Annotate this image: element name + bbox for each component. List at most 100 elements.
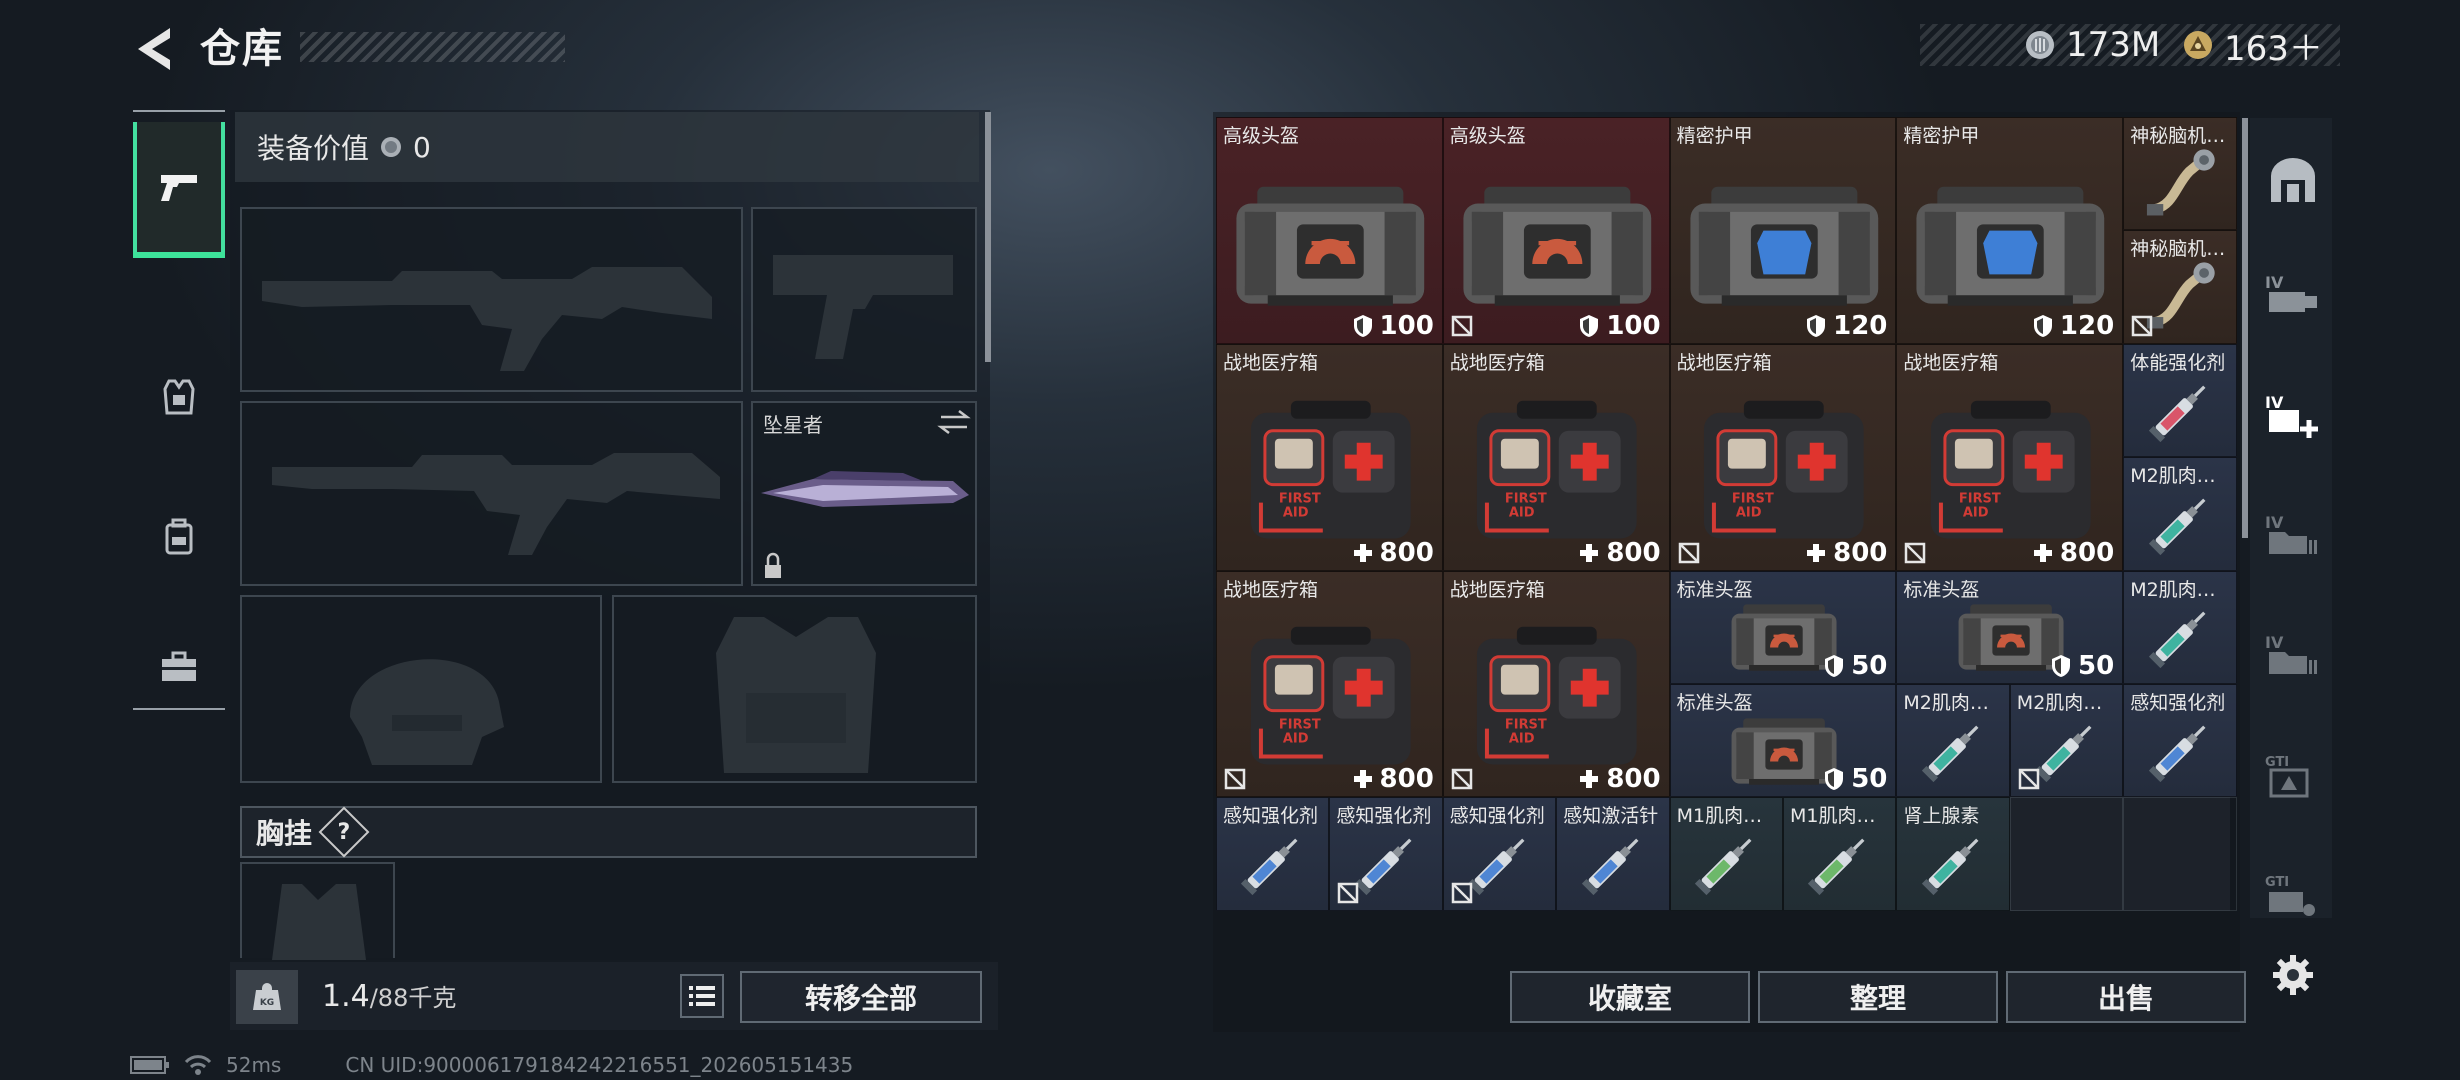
storage-item[interactable]: 标准头盔 50 [1669, 570, 1897, 684]
storage-item[interactable]: M2肌肉… [2009, 684, 2124, 798]
storage-item[interactable]: 高级头盔 100 [1216, 117, 1443, 344]
tab-backpack[interactable] [133, 482, 225, 592]
no-trade-icon [1451, 769, 1473, 790]
transfer-all-button[interactable]: 转移全部 [740, 971, 982, 1023]
storage-item[interactable]: FIRST AID 战地医疗箱 800 [1442, 343, 1670, 571]
storage-scrollbar[interactable] [2242, 118, 2248, 538]
sort-button[interactable]: 整理 [1758, 971, 1998, 1023]
storage-item[interactable]: 肾上腺素 [1896, 797, 2010, 911]
storage-item[interactable]: 精密护甲 120 [1896, 117, 2124, 344]
durability-shield-icon [2033, 314, 2052, 337]
briefcase-icon [162, 651, 196, 681]
storage-item[interactable]: 感知强化剂 [2123, 684, 2237, 798]
storage-item[interactable]: 精密护甲 120 [1669, 117, 1897, 344]
lock-icon [765, 552, 781, 578]
item-value-number: 800 [2059, 537, 2115, 568]
tab-case[interactable] [133, 612, 225, 722]
collection-room-button[interactable]: 收藏室 [1510, 971, 1750, 1023]
svg-text:IV: IV [2265, 393, 2284, 412]
item-value-number: 100 [1606, 310, 1661, 341]
no-trade-icon [1451, 315, 1473, 337]
gear-icon [2273, 955, 2313, 995]
item-value: 120 [2032, 311, 2114, 341]
syringe-icon [1694, 838, 1752, 896]
storage-item[interactable]: M1肌肉… [1669, 797, 1783, 911]
storage-item[interactable]: M2肌肉… [1896, 684, 2010, 798]
storage-item[interactable]: FIRST AID 战地医疗箱 800 [1216, 343, 1443, 571]
storage-item[interactable]: FIRST AID 战地医疗箱 800 [1669, 343, 1897, 571]
secondary-primary-weapon-slot[interactable] [240, 401, 743, 586]
storage-item[interactable]: FIRST AID 战地医疗箱 800 [1896, 343, 2124, 571]
tab-armor[interactable] [133, 342, 225, 452]
grid-cell [2009, 797, 2124, 911]
tab-storage-iv-2[interactable]: IV [2258, 495, 2328, 575]
storage-item[interactable]: 感知强化剂 [1329, 797, 1443, 911]
primary-weapon-slot[interactable] [240, 207, 743, 392]
item-name: 战地医疗箱 [1449, 578, 1545, 601]
tab-storage-iv-3[interactable]: IV [2258, 615, 2328, 695]
body-armor-slot[interactable] [612, 595, 977, 783]
tab-weapons[interactable] [133, 122, 225, 258]
item-value: 800 [1352, 538, 1434, 568]
item-name: 标准头盔 [1676, 578, 1753, 601]
wifi-icon [184, 1055, 212, 1075]
no-trade-icon [2131, 315, 2153, 337]
tab-storage-iv-1[interactable]: IV [2258, 255, 2328, 335]
backpack-icon [165, 518, 193, 555]
item-value-number: 50 [2078, 650, 2115, 681]
tab-storage-home[interactable] [2258, 140, 2328, 220]
help-button[interactable]: ? [318, 806, 370, 858]
item-name: M2肌肉… [1903, 692, 1989, 714]
item-name: 感知强化剂 [2130, 692, 2226, 714]
storage-item[interactable]: 高级头盔 100 [1442, 117, 1670, 344]
weight-max: /88千克 [369, 984, 457, 1012]
storage-item[interactable]: 感知激活针 [1556, 797, 1670, 911]
medkit-icon: FIRSTAID [1250, 627, 1411, 765]
equipment-scrollbar[interactable] [985, 112, 991, 362]
no-trade-icon [2018, 769, 2040, 790]
item-name: 战地医疗箱 [1676, 351, 1772, 374]
storage-item[interactable]: 神秘脑机… [2123, 117, 2237, 231]
chest-rig-slot[interactable] [240, 862, 395, 960]
syringe-icon [1921, 838, 1979, 896]
storage-item[interactable]: 标准头盔 50 [1669, 684, 1897, 798]
tab-storage-gti-1[interactable]: GTI [2258, 735, 2328, 815]
silver-currency: 173M [2024, 24, 2160, 66]
item-name: 高级头盔 [1223, 125, 1300, 147]
syringe-icon [1241, 838, 1298, 896]
storage-item[interactable]: 神秘脑机… [2123, 230, 2237, 344]
storage-gti-icon: GTI [2265, 755, 2309, 798]
gold-amount: 163＋ [2224, 28, 2323, 69]
item-name: 精密护甲 [1903, 125, 1980, 147]
durability-shield-icon [1807, 314, 1826, 337]
back-button[interactable] [130, 22, 180, 76]
storage-item[interactable]: 感知强化剂 [1216, 797, 1330, 911]
item-value-number: 800 [1379, 537, 1434, 568]
storage-item[interactable]: FIRST AID 战地医疗箱 800 [1442, 570, 1670, 798]
durability-shield-icon [2052, 654, 2070, 677]
storage-item[interactable]: FIRST AID 战地医疗箱 800 [1216, 570, 1443, 798]
battery-icon [130, 1056, 169, 1074]
secondary-weapon-slot[interactable] [751, 207, 977, 392]
gold-currency[interactable]: 163＋ [2182, 24, 2323, 69]
storage-item[interactable]: M2肌肉… [2123, 570, 2237, 684]
item-value: 800 [2032, 538, 2114, 568]
tab-storage-gti-2[interactable]: GTI [2258, 855, 2328, 935]
item-name: 神秘脑机… [2130, 238, 2226, 261]
chest-rig-label: 胸挂 [256, 817, 313, 850]
storage-item[interactable]: 体能强化剂 [2123, 343, 2237, 458]
medkit-icon: FIRSTAID [1477, 400, 1638, 539]
melee-weapon-slot[interactable]: 坠星者 [751, 401, 977, 586]
item-value: 800 [1578, 764, 1661, 794]
storage-item[interactable]: M1肌肉… [1783, 797, 1897, 911]
list-view-button[interactable] [680, 974, 724, 1018]
storage-item[interactable]: M2肌肉… [2123, 457, 2237, 571]
settings-button[interactable] [2258, 935, 2328, 1015]
helmet-slot[interactable] [240, 595, 602, 783]
item-value: 800 [1805, 538, 1887, 568]
storage-item[interactable]: 标准头盔 50 [1896, 570, 2124, 684]
sell-button[interactable]: 出售 [2006, 971, 2246, 1023]
tab-storage-iv-add[interactable]: IV [2258, 375, 2328, 455]
storage-item[interactable]: 感知强化剂 [1442, 797, 1557, 911]
title-decoration [300, 32, 565, 62]
